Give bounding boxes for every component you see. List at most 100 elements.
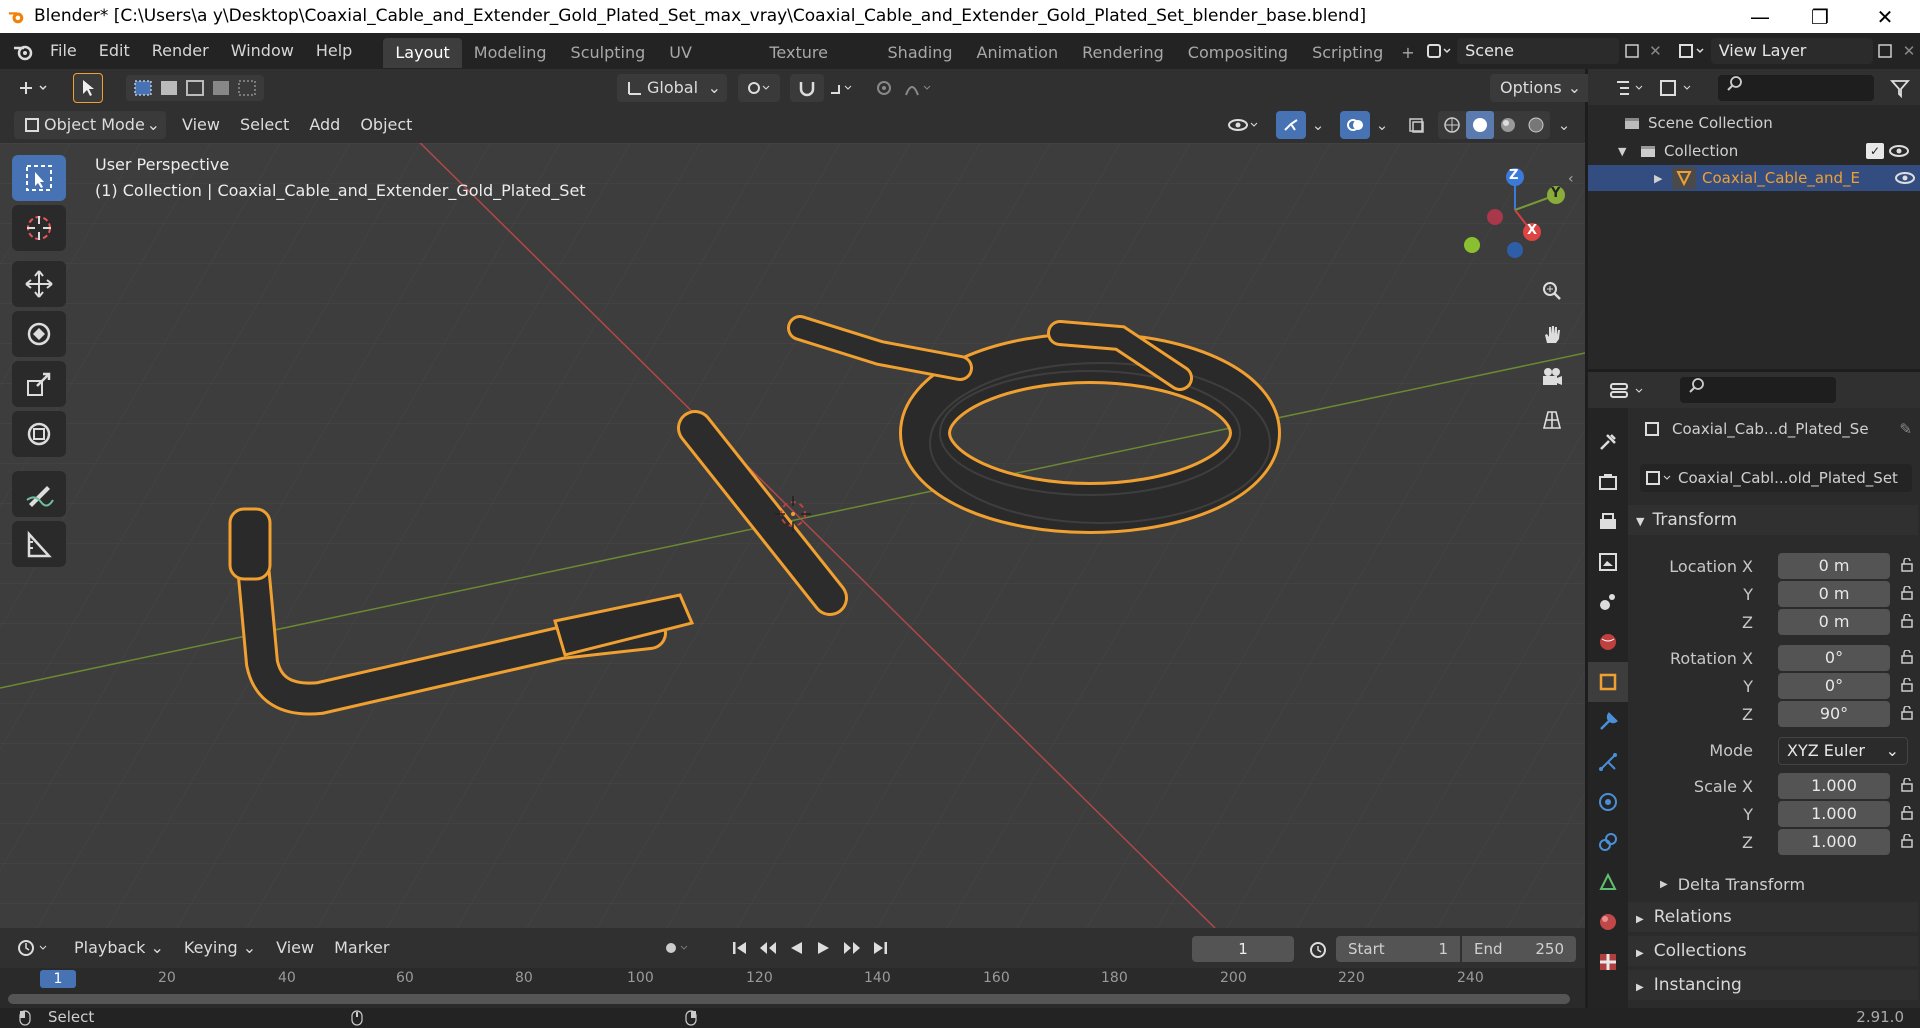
start-frame-field[interactable]: Start 1: [1336, 936, 1460, 962]
physics-tab-icon[interactable]: [1597, 782, 1619, 822]
rotate-tool-icon[interactable]: [12, 311, 66, 357]
lock-icon[interactable]: [1900, 706, 1914, 720]
pan-hand-icon[interactable]: [1532, 314, 1572, 354]
scale-z-field[interactable]: 1.000: [1778, 829, 1890, 855]
viewport-menu-view[interactable]: View: [172, 107, 230, 143]
move-tool-icon[interactable]: [12, 261, 66, 307]
timeline-menu-keying[interactable]: Keying ⌄: [174, 930, 266, 966]
menu-help[interactable]: Help: [305, 33, 363, 69]
object-mode-dropdown[interactable]: Object Mode ⌄: [14, 111, 166, 139]
menu-render[interactable]: Render: [141, 33, 220, 69]
view-layer-field[interactable]: View Layer: [1710, 38, 1873, 64]
new-scene-icon[interactable]: [1619, 42, 1645, 60]
lock-icon[interactable]: [1900, 778, 1914, 792]
lock-icon[interactable]: [1900, 614, 1914, 628]
tab-animation[interactable]: Animation: [965, 38, 1071, 68]
lock-icon[interactable]: [1900, 558, 1914, 572]
visibility-eye-icon[interactable]: [1222, 111, 1266, 139]
particles-tab-icon[interactable]: [1597, 742, 1619, 782]
tab-compositing[interactable]: Compositing: [1176, 38, 1300, 68]
location-y-field[interactable]: 0 m: [1778, 581, 1890, 607]
tab-rendering[interactable]: Rendering: [1070, 38, 1176, 68]
timeline-menu-view[interactable]: View: [266, 930, 324, 966]
menu-edit[interactable]: Edit: [88, 33, 141, 69]
current-frame-field[interactable]: 1: [1192, 936, 1294, 962]
tab-texture-paint[interactable]: Texture Paint: [757, 38, 875, 92]
object-selector-field[interactable]: Coaxial_Cabl...old_Plated_Set: [1640, 464, 1912, 492]
rotation-mode-dropdown[interactable]: XYZ Euler ⌄: [1778, 737, 1908, 765]
sidebar-toggle-icon[interactable]: ‹: [1568, 171, 1574, 187]
snap-toggle-icon[interactable]: [790, 74, 824, 102]
object-data-tab-icon[interactable]: [1597, 862, 1619, 902]
jump-to-start-icon[interactable]: [726, 940, 754, 956]
lock-icon[interactable]: [1900, 678, 1914, 692]
annotate-tool-icon[interactable]: [12, 471, 66, 517]
instancing-section-header[interactable]: ▶ Instancing: [1628, 970, 1918, 1000]
eye-icon[interactable]: [1884, 144, 1914, 158]
select-intersect-icon[interactable]: [234, 79, 260, 97]
tab-layout[interactable]: Layout: [383, 37, 462, 68]
modifier-tab-icon[interactable]: [1597, 702, 1619, 742]
display-mode-icon[interactable]: [1656, 77, 1698, 99]
jump-to-end-icon[interactable]: [866, 940, 894, 956]
delta-transform-subpanel[interactable]: ▶ Delta Transform: [1660, 872, 1805, 896]
rotation-y-field[interactable]: 0°: [1778, 673, 1890, 699]
transform-orientation-dropdown[interactable]: Global ⌄: [617, 74, 727, 102]
close-button[interactable]: ✕: [1855, 0, 1915, 33]
properties-search-input[interactable]: [1680, 377, 1836, 403]
rendered-shading-icon[interactable]: [1522, 116, 1550, 134]
outliner-row-scene-collection[interactable]: Scene Collection: [1620, 111, 1773, 135]
select-invert-icon[interactable]: [208, 79, 234, 97]
properties-editor-type-icon[interactable]: [1606, 379, 1650, 403]
lock-icon[interactable]: [1900, 806, 1914, 820]
delete-view-layer-icon[interactable]: ✕: [1898, 42, 1920, 60]
select-new-icon[interactable]: [130, 79, 156, 97]
play-reverse-icon[interactable]: [782, 940, 810, 956]
cursor-tool-icon[interactable]: [12, 205, 66, 251]
collections-section-header[interactable]: ▶ Collections: [1628, 936, 1918, 966]
constraints-tab-icon[interactable]: [1597, 822, 1619, 862]
lock-icon[interactable]: [1900, 650, 1914, 664]
select-extend-icon[interactable]: [156, 79, 182, 97]
scene-selector-icon[interactable]: [1421, 42, 1457, 60]
scene-name-field[interactable]: Scene: [1457, 38, 1619, 64]
filter-icon[interactable]: [1886, 77, 1914, 99]
outliner-row-object[interactable]: ▶ Coaxial_Cable_and_E: [1588, 165, 1920, 191]
preview-range-icon[interactable]: [1304, 936, 1332, 962]
record-keyframe-icon[interactable]: [660, 936, 694, 960]
select-box-tool-icon[interactable]: [12, 155, 66, 201]
playhead[interactable]: 1: [40, 970, 76, 988]
location-z-field[interactable]: 0 m: [1778, 609, 1890, 635]
menu-file[interactable]: File: [39, 33, 88, 69]
transform-tool-icon[interactable]: [12, 411, 66, 457]
overlays-toggle-icon[interactable]: [1340, 111, 1370, 139]
scale-y-field[interactable]: 1.000: [1778, 801, 1890, 827]
chevron-down-icon[interactable]: ⌄: [1370, 111, 1394, 139]
viewport-menu-select[interactable]: Select: [230, 107, 299, 143]
wireframe-shading-icon[interactable]: [1438, 116, 1466, 134]
tab-modeling[interactable]: Modeling: [462, 38, 559, 68]
delete-scene-icon[interactable]: ✕: [1645, 42, 1667, 60]
eye-icon[interactable]: [1890, 171, 1920, 185]
expand-arrow-icon[interactable]: ▼: [1618, 145, 1636, 158]
timeline-scrollbar[interactable]: [8, 994, 1570, 1004]
select-subtract-icon[interactable]: [182, 79, 208, 97]
timeline-menu-marker[interactable]: Marker: [324, 930, 399, 966]
world-tab-icon[interactable]: [1597, 622, 1619, 662]
measure-tool-icon[interactable]: [12, 521, 66, 567]
scene-tab-icon[interactable]: [1597, 582, 1619, 622]
tab-sculpting[interactable]: Sculpting: [559, 38, 658, 68]
pin-icon[interactable]: ✎: [1899, 420, 1912, 438]
navigation-gizmo[interactable]: Z Y X: [1460, 165, 1570, 265]
tab-scripting[interactable]: Scripting: [1300, 38, 1395, 68]
options-dropdown[interactable]: Options ⌄: [1490, 74, 1592, 102]
scale-x-field[interactable]: 1.000: [1778, 773, 1890, 799]
object-browse-icon[interactable]: [1640, 469, 1678, 487]
lock-icon[interactable]: [1900, 586, 1914, 600]
tab-uv-editing[interactable]: UV Editing: [657, 38, 757, 92]
blender-menu-icon[interactable]: [8, 41, 39, 61]
scale-tool-icon[interactable]: [12, 361, 66, 407]
proportional-editing-icon[interactable]: [870, 74, 898, 102]
play-icon[interactable]: [810, 940, 838, 956]
material-tab-icon[interactable]: [1597, 902, 1619, 942]
